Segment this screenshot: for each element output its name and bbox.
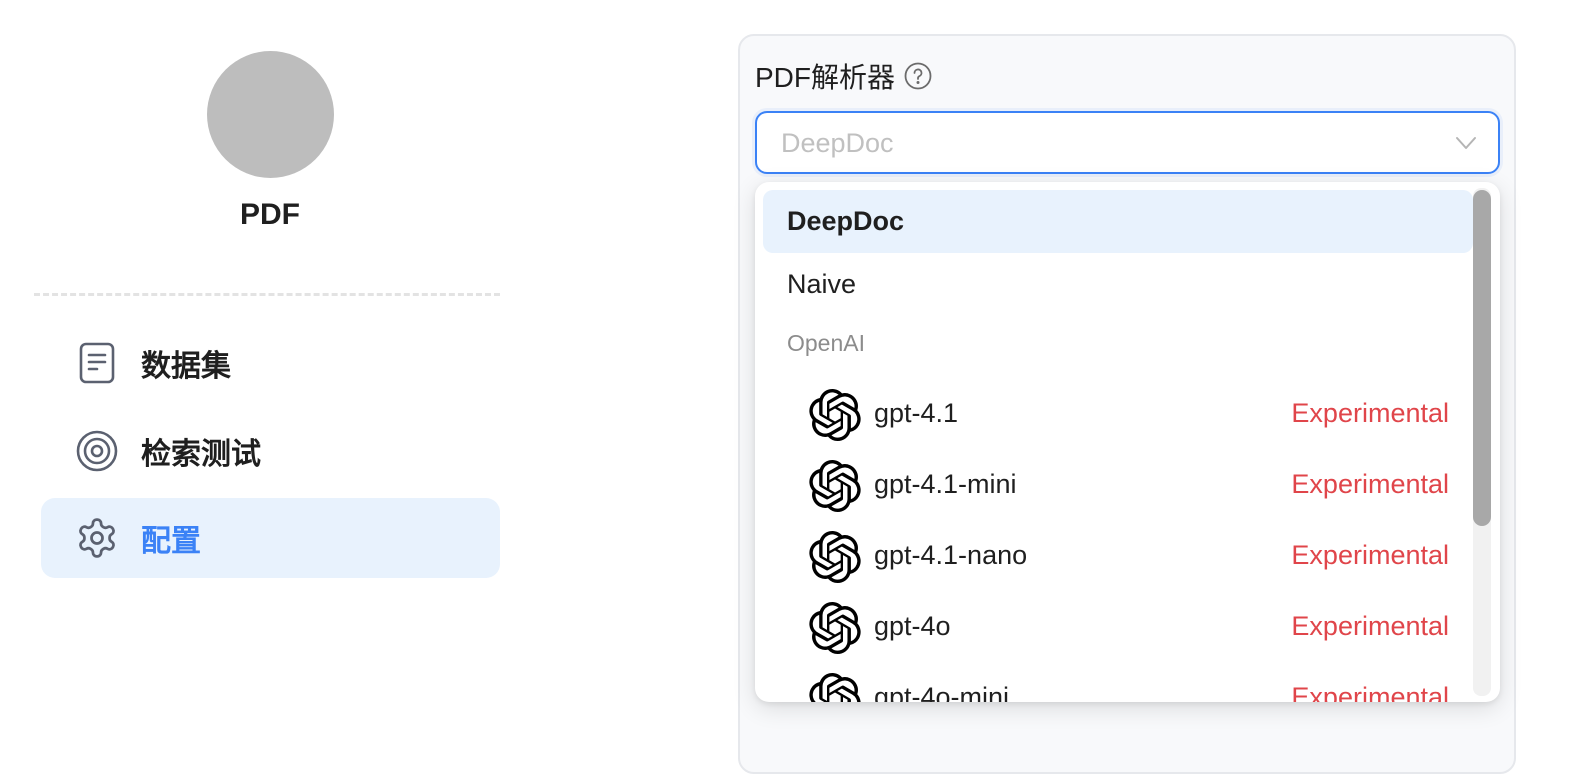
model-name: gpt-4.1-nano	[874, 540, 1028, 570]
openai-icon	[809, 673, 861, 702]
sidebar-item-retrieval-test[interactable]: 检索测试	[41, 411, 500, 491]
sidebar-item-label: 检索测试	[141, 438, 261, 471]
question-circle-icon[interactable]	[903, 61, 933, 91]
target-icon	[75, 429, 119, 473]
openai-icon	[809, 602, 861, 654]
sidebar-item-config[interactable]: 配置	[41, 498, 500, 578]
model-name: gpt-4o	[874, 611, 951, 641]
option-gpt-4-1[interactable]: gpt-4.1 Experimental	[763, 380, 1473, 451]
sidebar-divider	[34, 293, 500, 296]
option-deepdoc[interactable]: DeepDoc	[763, 190, 1473, 253]
option-gpt-4o[interactable]: gpt-4o Experimental	[763, 593, 1473, 664]
openai-icon	[809, 531, 861, 583]
option-naive[interactable]: Naive	[763, 253, 1473, 316]
model-name: gpt-4.1	[874, 398, 959, 428]
pdf-parser-label: PDF解析器	[755, 56, 933, 96]
option-label: Naive	[787, 269, 857, 299]
pdf-parser-label-text: PDF解析器	[755, 62, 896, 93]
sidebar-item-label: 数据集	[141, 350, 231, 383]
openai-icon	[809, 460, 861, 512]
sidebar-item-dataset[interactable]: 数据集	[41, 323, 500, 403]
option-label: DeepDoc	[787, 206, 905, 236]
kb-name: PDF	[240, 198, 300, 231]
kb-avatar	[207, 51, 334, 178]
experimental-badge: Experimental	[1291, 682, 1449, 702]
model-name: gpt-4o-mini	[874, 682, 1010, 702]
experimental-badge: Experimental	[1291, 469, 1449, 499]
parser-dropdown: DeepDoc Naive OpenAI gpt-4.1 Experimenta…	[755, 182, 1500, 702]
openai-icon	[809, 389, 861, 441]
group-label-openai: OpenAI	[787, 330, 865, 356]
sidebar: PDF 数据集 检索测试 配置	[0, 0, 540, 738]
model-name: gpt-4.1-mini	[874, 469, 1017, 499]
file-text-icon	[75, 341, 119, 385]
option-gpt-4-1-nano[interactable]: gpt-4.1-nano Experimental	[763, 522, 1473, 593]
dropdown-scroll-thumb[interactable]	[1473, 190, 1491, 526]
gear-icon	[75, 516, 119, 560]
sidebar-item-label: 配置	[141, 525, 201, 558]
pdf-parser-select[interactable]: DeepDoc	[755, 111, 1500, 174]
chevron-down-icon	[1454, 133, 1478, 153]
experimental-badge: Experimental	[1291, 611, 1449, 641]
option-gpt-4o-mini[interactable]: gpt-4o-mini Experimental	[763, 664, 1473, 702]
experimental-badge: Experimental	[1291, 398, 1449, 428]
select-placeholder: DeepDoc	[781, 128, 894, 158]
experimental-badge: Experimental	[1291, 540, 1449, 570]
option-gpt-4-1-mini[interactable]: gpt-4.1-mini Experimental	[763, 451, 1473, 522]
